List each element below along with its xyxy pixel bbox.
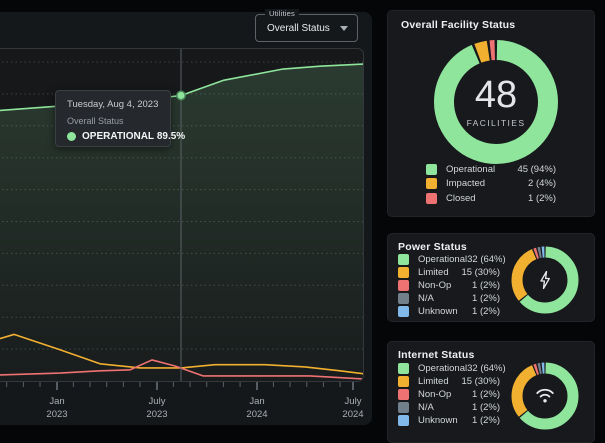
overall-facility-status-card: Overall Facility Status 48 FACILITIES Op… xyxy=(387,10,595,217)
legend-label: Unknown xyxy=(418,415,472,426)
legend-label: Closed xyxy=(446,193,528,204)
legend-row: Unknown1 (2%) xyxy=(398,414,500,427)
utilities-select-value: Overall Status xyxy=(256,23,340,34)
legend-swatch xyxy=(398,267,409,278)
legend-label: Limited xyxy=(418,267,461,278)
legend-value: 1 (2%) xyxy=(472,402,500,413)
legend-swatch xyxy=(398,415,409,426)
legend-value: 15 (30%) xyxy=(461,267,500,278)
tooltip-date: Tuesday, Aug 4, 2023 xyxy=(67,99,159,110)
legend-label: N/A xyxy=(418,402,472,413)
legend-value: 1 (2%) xyxy=(472,280,500,291)
legend-swatch xyxy=(426,193,437,204)
power-status-donut-chart[interactable] xyxy=(509,244,581,316)
wifi-icon xyxy=(537,390,553,403)
legend-label: Non-Op xyxy=(418,389,472,400)
x-axis-label-year: 2024 xyxy=(342,409,363,420)
x-axis-label-year: 2023 xyxy=(46,409,67,420)
legend-label: Operational xyxy=(446,164,517,175)
internet-status-legend: Operational32 (64%)Limited15 (30%)Non-Op… xyxy=(398,362,500,427)
utilities-select[interactable]: Utilities Overall Status xyxy=(255,14,358,42)
legend-label: Unknown xyxy=(418,306,472,317)
legend-swatch xyxy=(398,306,409,317)
x-axis-label: Jan xyxy=(49,396,64,407)
tooltip-value: OPERATIONAL 89.5% xyxy=(82,131,185,142)
legend-value: 1 (2%) xyxy=(472,415,500,426)
legend-value: 32 (64%) xyxy=(467,254,506,265)
legend-label: N/A xyxy=(418,293,472,304)
legend-value: 1 (2%) xyxy=(472,306,500,317)
legend-swatch xyxy=(398,363,409,374)
legend-swatch xyxy=(398,402,409,413)
legend-value: 1 (2%) xyxy=(528,193,556,204)
legend-row: Operational45 (94%) xyxy=(426,162,556,177)
legend-row: Limited15 (30%) xyxy=(398,375,500,388)
power-status-card: Power Status Operational32 (64%)Limited1… xyxy=(387,233,595,322)
overall-status-legend: Operational45 (94%)Impacted2 (4%)Closed1… xyxy=(426,162,556,206)
x-axis-label: July xyxy=(149,396,166,407)
x-axis-label-year: 2024 xyxy=(246,409,267,420)
chevron-down-icon xyxy=(340,26,348,31)
donut-slice-operational xyxy=(444,50,548,154)
x-axis-label-year: 2023 xyxy=(146,409,167,420)
legend-label: Operational xyxy=(418,363,467,374)
legend-value: 1 (2%) xyxy=(472,389,500,400)
legend-row: N/A1 (2%) xyxy=(398,292,500,305)
chart-marker-dot xyxy=(177,91,185,99)
legend-swatch xyxy=(398,389,409,400)
legend-swatch xyxy=(398,293,409,304)
legend-label: Impacted xyxy=(446,178,528,189)
legend-swatch xyxy=(398,280,409,291)
legend-row: Impacted2 (4%) xyxy=(426,177,556,192)
legend-value: 1 (2%) xyxy=(472,293,500,304)
x-axis-label: Jan xyxy=(249,396,264,407)
chart-tooltip: Tuesday, Aug 4, 2023 Overall Status OPER… xyxy=(55,90,171,147)
legend-row: Operational32 (64%) xyxy=(398,253,500,266)
legend-row: Non-Op1 (2%) xyxy=(398,388,500,401)
legend-swatch xyxy=(426,164,437,175)
internet-status-donut-chart[interactable] xyxy=(509,360,581,432)
legend-value: 32 (64%) xyxy=(467,363,506,374)
legend-value: 45 (94%) xyxy=(517,164,556,175)
lightning-bolt-icon xyxy=(541,272,549,289)
card-title: Power Status xyxy=(398,241,467,253)
legend-swatch xyxy=(398,254,409,265)
legend-label: Limited xyxy=(418,376,461,387)
x-axis-label: July xyxy=(345,396,362,407)
legend-row: Operational32 (64%) xyxy=(398,362,500,375)
legend-value: 2 (4%) xyxy=(528,178,556,189)
legend-row: Closed1 (2%) xyxy=(426,191,556,206)
legend-row: Limited15 (30%) xyxy=(398,266,500,279)
legend-row: N/A1 (2%) xyxy=(398,401,500,414)
legend-swatch xyxy=(398,376,409,387)
utilities-chart-card: Utilities Overall Status Jan 2023 July 2023… xyxy=(0,12,372,425)
utilities-select-label: Utilities xyxy=(265,9,299,18)
series-dot-icon xyxy=(67,132,76,141)
tooltip-series: Overall Status xyxy=(67,116,159,126)
legend-label: Non-Op xyxy=(418,280,472,291)
power-status-legend: Operational32 (64%)Limited15 (30%)Non-Op… xyxy=(398,253,500,318)
card-title: Overall Facility Status xyxy=(401,19,515,31)
legend-label: Operational xyxy=(418,254,467,265)
legend-value: 15 (30%) xyxy=(461,376,500,387)
legend-row: Unknown1 (2%) xyxy=(398,305,500,318)
card-title: Internet Status xyxy=(398,349,475,361)
internet-status-card: Internet Status Operational32 (64%)Limit… xyxy=(387,341,595,443)
legend-swatch xyxy=(426,178,437,189)
legend-row: Non-Op1 (2%) xyxy=(398,279,500,292)
overall-status-donut-chart[interactable]: 48 FACILITIES xyxy=(431,37,561,167)
